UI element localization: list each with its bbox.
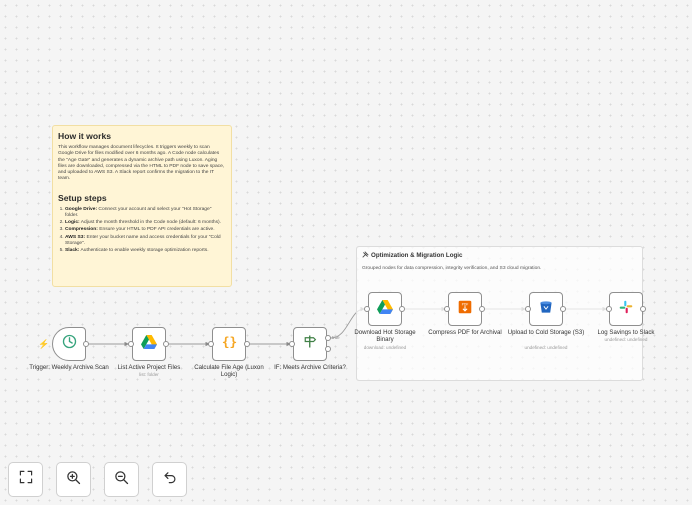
output-handle[interactable] [244,341,250,347]
tools-icon [362,251,369,260]
node-trigger-weekly-archive-scan[interactable] [52,327,86,361]
node-subtitle: download: undefined [363,345,407,350]
output-handle-false[interactable] [325,346,331,352]
node-subtitle: list: folder [139,372,159,377]
setup-steps-list: Google Drive: Connect your account and s… [58,207,226,254]
node-label: Compress PDF for Archival [428,329,502,336]
sticky-note-how-it-works[interactable]: How it works This workflow manages docum… [52,125,232,287]
clock-icon [62,334,77,354]
node-compress-pdf[interactable]: PDF [448,292,482,326]
node-if-meets-archive-criteria[interactable] [293,327,327,361]
output-handle[interactable] [560,306,566,312]
node-list-active-project-files[interactable] [132,327,166,361]
setup-step: Compression: Ensure your HTML to PDF API… [65,227,226,233]
zoom-in-icon [66,470,81,490]
node-label: Upload to Cold Storage (S3) [507,329,585,336]
node-log-savings-slack[interactable] [609,292,643,326]
output-handle[interactable] [399,306,405,312]
zoom-in-button[interactable] [56,462,91,497]
setup-step: AWS S3: Enter your bucket name and acces… [65,235,226,247]
group-title: Optimization & Migration Logic [362,251,637,260]
zoom-out-icon [114,470,129,490]
node-label: Download Hot Storage Binary [354,329,416,343]
sticky-body: This workflow manages document lifecycle… [58,145,225,182]
setup-step: Google Drive: Connect your account and s… [65,207,226,219]
svg-text:PDF: PDF [462,302,469,306]
input-handle[interactable] [208,341,214,347]
output-handle[interactable] [163,341,169,347]
slack-icon [619,300,633,319]
node-label: Log Savings to Slack [597,329,655,336]
pdf-icon: PDF [458,300,472,319]
input-handle[interactable] [289,341,295,347]
input-handle[interactable] [444,306,450,312]
node-label: List Active Project Files [117,364,181,371]
setup-step: Logic: Adjust the month threshold in the… [65,220,226,226]
node-subtitle: undefined: undefined [604,337,648,342]
node-label: IF: Meets Archive Criteria? [274,364,346,371]
fit-view-button[interactable] [8,462,43,497]
workflow-canvas[interactable]: How it works This workflow manages docum… [0,0,692,505]
node-label: Calculate File Age (Luxon Logic) [194,364,264,378]
node-download-hot-storage-binary[interactable] [368,292,402,326]
group-description: Grouped nodes for data compression, inte… [362,266,542,271]
node-label: Trigger: Weekly Archive Scan [29,364,109,371]
signpost-icon [303,334,318,354]
node-calculate-file-age[interactable]: {} [212,327,246,361]
zoom-out-button[interactable] [104,462,139,497]
node-upload-cold-storage-s3[interactable] [529,292,563,326]
code-braces-icon: {} [221,334,238,354]
input-handle[interactable] [128,341,134,347]
input-handle[interactable] [364,306,370,312]
reset-zoom-button[interactable] [152,462,187,497]
input-handle[interactable] [525,306,531,312]
edge-label-true: true [332,335,340,340]
output-handle[interactable] [83,341,89,347]
input-handle[interactable] [606,306,612,312]
svg-text:{}: {} [221,335,236,349]
fit-view-icon [19,470,33,489]
sticky-title: How it works [58,131,112,141]
google-drive-icon [141,334,157,354]
sticky-setup-title: Setup steps [58,192,107,203]
node-subtitle: undefined: undefined [524,345,568,350]
output-handle[interactable] [479,306,485,312]
trigger-bolt-icon: ⚡ [38,339,50,349]
undo-icon [163,470,177,489]
google-drive-icon [377,299,393,319]
setup-step: Slack: Authenticate to enable weekly sto… [65,248,226,254]
s3-bucket-icon [539,300,553,319]
output-handle[interactable] [640,306,646,312]
output-handle-true[interactable] [325,335,331,341]
